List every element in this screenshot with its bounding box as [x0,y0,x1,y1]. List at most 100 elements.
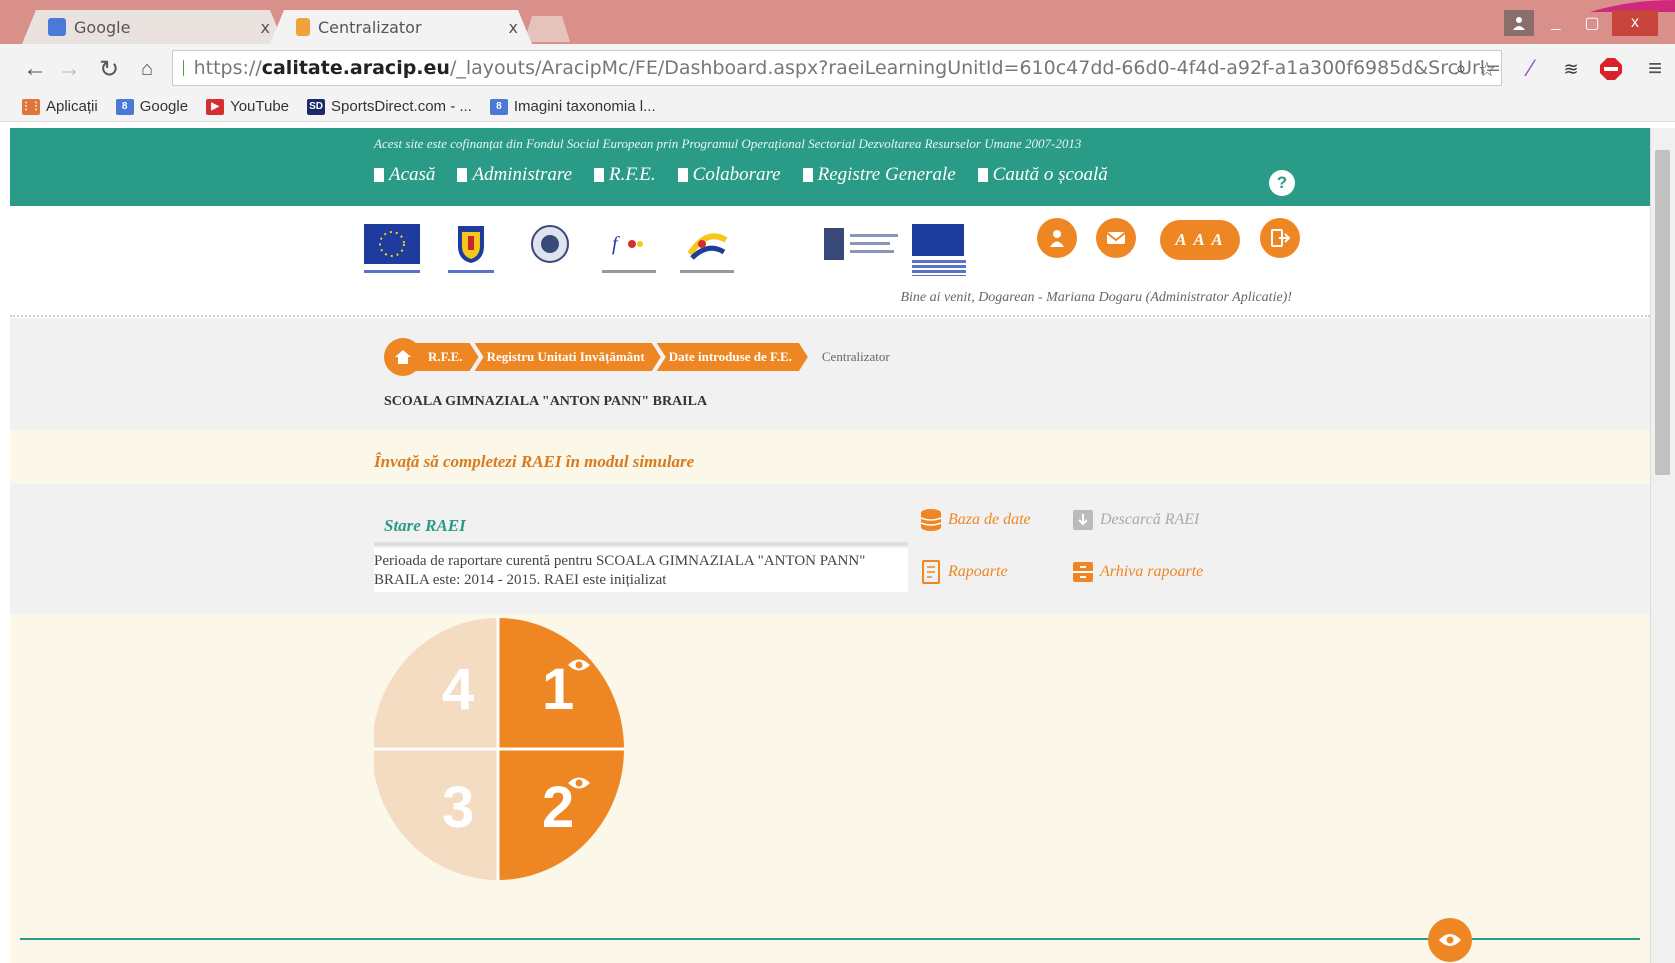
quadrant-label-3: 3 [442,775,474,840]
home-icon[interactable]: ⌂ [132,54,162,84]
user-account-button[interactable] [1037,218,1077,258]
url-scheme: https:// [193,57,262,79]
document-icon [374,168,384,182]
back-arrow-icon[interactable]: ← [20,54,50,84]
bookmark-taxonomia[interactable]: 8 Imagini taxonomia l... [489,98,656,115]
document-icon [594,168,605,182]
breadcrumb-item-date[interactable]: Date introduse de F.E. [657,343,808,371]
status-text: Perioada de raportare curentă pentru SCO… [374,548,908,592]
youtube-icon: ▶ [206,98,225,115]
archive-icon [1073,562,1093,582]
user-icon [1050,230,1064,247]
nav-registre-generale[interactable]: Registre Generale [802,164,956,186]
bookmark-google[interactable]: 8 Google [115,98,188,115]
google-icon: 8 [115,98,134,115]
eu-flag-logo [364,224,420,264]
nav-acasa[interactable]: Acasă [374,164,435,186]
home-icon [395,350,411,364]
header-divider [10,315,1650,317]
document-icon [977,168,988,182]
svg-text:f: f [612,233,620,255]
new-tab-button[interactable] [524,16,570,42]
nav-administrare[interactable]: Administrare [457,164,572,186]
minimize-button[interactable]: _ [1540,10,1572,36]
status-title: Stare RAEI [384,516,466,535]
breadcrumb-item-rfe[interactable]: R.F.E. [414,343,479,371]
web-page: Acest site este cofinanțat din Fondul So… [10,128,1650,963]
document-icon [677,168,688,182]
main-navigation: Acasă Administrare R.F.E. Colaborare Reg… [374,164,1130,186]
posdru-logo [687,233,728,260]
messages-button[interactable] [1096,218,1136,258]
quadrant-label-2: 2 [542,775,574,840]
simulation-mode-link[interactable]: Învață să completezi RAEI în modul simul… [374,452,694,472]
simulation-banner [10,430,1650,484]
breadcrumb-home[interactable] [384,338,422,376]
ministry-education-logo [824,228,898,260]
tab-close-icon[interactable]: x [261,18,270,37]
archive-reports-link[interactable]: Arhiva rapoarte [1072,560,1203,584]
breadcrumb-current: Centralizator [821,349,890,364]
nav-cauta-scoala[interactable]: Caută o școală [977,164,1108,186]
bookmarks-bar: ⋮⋮ Aplicații 8 Google ▶ YouTube SD SportsDir… [0,92,1675,122]
breadcrumb-item-registru[interactable]: Registru Unitati Invățământ [475,343,661,371]
download-raei-link[interactable]: Descarcă RAEI [1072,508,1199,532]
google-icon: 8 [489,98,508,115]
url-host: calitate.aracip.eu [261,57,450,79]
logo-caption-line [602,270,656,273]
logo-caption-line [364,270,420,273]
menu-icon[interactable]: ≡ [1640,54,1670,84]
breadcrumb: R.F.E. Registru Unitati Invățământ Date … [384,338,890,376]
tab-close-icon[interactable]: x [509,18,518,37]
apps-grid-icon: ⋮⋮ [21,98,41,115]
maximize-button[interactable]: ▢ [1576,10,1608,36]
bookmark-youtube[interactable]: ▶ YouTube [206,98,289,115]
logo-caption-line [680,270,734,273]
adblock-icon[interactable] [1596,54,1626,84]
aracip-logo [912,224,964,256]
bookmark-sportsdirect[interactable]: SD SportsDirect.com - ... [307,98,472,115]
sportsdirect-icon: SD [307,98,326,115]
logout-icon [1271,229,1290,247]
quadrant-label-1: 1 [542,657,574,722]
google-favicon-icon [48,18,66,36]
pen-extension-icon[interactable]: ⁄ [1516,54,1546,84]
nav-rfe[interactable]: R.F.E. [594,164,656,186]
bookmark-apps[interactable]: ⋮⋮ Aplicații [21,98,98,115]
tab-google[interactable]: Google x [22,10,284,44]
seal-logo [531,225,569,263]
url-path: /_layouts/AracipMc/FE/Dashboard.aspx?rae… [449,57,1501,79]
download-icon [1073,510,1093,530]
close-window-button[interactable]: x [1612,10,1658,36]
eye-icon [1439,934,1461,946]
reports-link[interactable]: Rapoarte [920,560,1008,584]
quadrant-segment-3[interactable] [374,749,498,880]
tab-title: Google [74,17,131,37]
raei-quadrant-chart: 1 2 3 4 [374,618,624,880]
tab-title: Centralizator [318,17,422,37]
reload-icon[interactable]: ↻ [94,54,124,84]
school-name-title: SCOALA GIMNAZIALA "ANTON PANN" BRAILA [384,394,708,409]
status-divider [374,542,908,546]
bookmark-star-icon[interactable]: ☆ [1472,54,1502,84]
eu-funding-notice: Acest site este cofinanțat din Fondul So… [374,136,1082,151]
quadrant-segment-4[interactable] [374,618,498,749]
quadrant-label-4: 4 [442,657,474,722]
address-bar[interactable]: https://calitate.aracip.eu/_layouts/Arac… [172,50,1502,86]
lock-icon [183,60,184,76]
document-favicon-icon [296,18,310,36]
layers-extension-icon[interactable]: ≋ [1556,54,1586,84]
help-button[interactable]: ? [1269,170,1295,196]
report-document-icon [922,560,940,584]
tab-centralizator[interactable]: Centralizator x [270,10,532,44]
logo-caption-line [448,270,494,273]
forward-arrow-icon[interactable]: → [54,54,84,84]
scrollbar-thumb[interactable] [1655,150,1670,475]
eye-toggle-button[interactable] [1428,918,1472,962]
document-icon [457,168,468,182]
user-profile-icon[interactable] [1504,10,1534,36]
logout-button[interactable] [1260,218,1300,258]
nav-colaborare[interactable]: Colaborare [677,164,781,186]
database-link[interactable]: Baza de date [920,508,1031,532]
font-size-button[interactable]: A A A [1160,220,1240,260]
